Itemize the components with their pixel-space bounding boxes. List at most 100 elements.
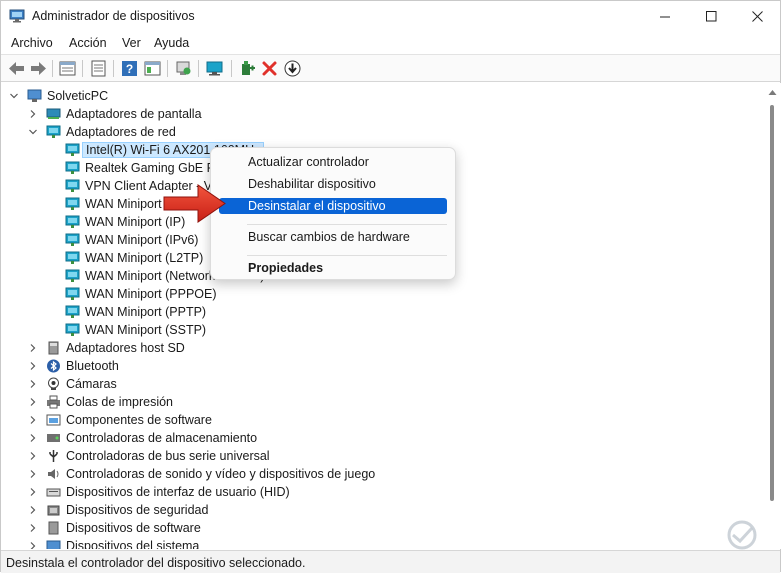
context-menu-buscar-cambios-de-hardware[interactable]: Buscar cambios de hardware <box>219 229 447 245</box>
tree-item-label: Componentes de software <box>66 413 212 427</box>
speaker-icon <box>48 469 59 479</box>
uninstall-icon[interactable] <box>260 59 279 78</box>
tree-item-wan-miniport-pppoe[interactable]: WAN Miniport (PPPOE) <box>1 285 741 303</box>
forward-icon[interactable] <box>29 59 48 78</box>
menu-ayuda[interactable]: Ayuda <box>154 36 189 50</box>
tree-item-wan-miniport-pptp[interactable]: WAN Miniport (PPTP) <box>1 303 741 321</box>
tree-item-label: Adaptadores de pantalla <box>66 107 202 121</box>
context-menu: Actualizar controlador Deshabilitar dispo… <box>210 147 456 280</box>
grid-properties-icon[interactable] <box>143 59 162 78</box>
maximize-icon <box>705 10 716 21</box>
tree-item-dispositivos-de-software[interactable]: Dispositivos de software <box>1 519 741 537</box>
refresh-icon[interactable] <box>174 59 193 78</box>
system-device-icon <box>46 540 61 549</box>
back-icon[interactable] <box>7 59 26 78</box>
toolbar-separator <box>198 60 199 77</box>
chevron-right-icon[interactable] <box>28 451 38 461</box>
tree-item-controladoras-de-almacenamiento[interactable]: Controladoras de almacenamiento <box>1 429 741 447</box>
chevron-right-icon[interactable] <box>28 433 38 443</box>
usb-icon <box>49 450 58 462</box>
toolbar-separator <box>231 60 232 77</box>
tree-item-controladoras-de-bus-serie-universal[interactable]: Controladoras de bus serie universal <box>1 447 741 465</box>
network-adapter-icon <box>65 269 80 282</box>
context-menu-actualizar-controlador[interactable]: Actualizar controlador <box>219 154 447 170</box>
network-adapter-icon <box>65 197 80 210</box>
software-device-icon <box>48 521 59 535</box>
chevron-right-icon[interactable] <box>28 541 38 549</box>
add-driver-icon[interactable] <box>238 59 257 78</box>
menu-accion[interactable]: Acción <box>69 36 107 50</box>
chevron-right-icon[interactable] <box>28 415 38 425</box>
menu-archivo[interactable]: Archivo <box>11 36 53 50</box>
chevron-right-icon[interactable] <box>28 397 38 407</box>
properties-grid-icon[interactable] <box>58 59 77 78</box>
tree-item-dispositivos-de-interfaz-de-usuario-hid[interactable]: Dispositivos de interfaz de usuario (HID… <box>1 483 741 501</box>
storage-controller-icon <box>47 434 60 442</box>
maximize-button[interactable] <box>688 1 734 31</box>
tree-item-dispositivos-de-seguridad[interactable]: Dispositivos de seguridad <box>1 501 741 519</box>
help-icon[interactable]: ? <box>120 59 139 78</box>
tree-item-adaptadores-host-sd[interactable]: Adaptadores host SD <box>1 339 741 357</box>
tree-item-label: WAN Miniport (L2TP) <box>85 251 204 265</box>
status-text: Desinstala el controlador del dispositiv… <box>6 556 306 570</box>
chevron-right-icon[interactable] <box>28 109 38 119</box>
chevron-right-icon[interactable] <box>28 505 38 515</box>
tree-item-label: Colas de impresión <box>66 395 173 409</box>
context-menu-desinstalar-el-dispositivo[interactable]: Desinstalar el dispositivo <box>219 198 447 214</box>
network-adapter-icon <box>65 251 80 264</box>
chevron-right-icon[interactable] <box>28 343 38 353</box>
menu-ver[interactable]: Ver <box>122 36 141 50</box>
bluetooth-icon <box>47 359 60 373</box>
vertical-scrollbar[interactable] <box>764 83 781 549</box>
chevron-right-icon[interactable] <box>28 469 38 479</box>
network-adapter-icon <box>65 215 80 228</box>
software-component-icon <box>46 414 61 426</box>
network-adapter-icon <box>46 125 61 138</box>
chevron-down-icon[interactable] <box>9 91 19 101</box>
toolbar: ? <box>1 54 780 82</box>
network-adapter-icon <box>65 161 80 174</box>
tree-item-bluetooth[interactable]: Bluetooth <box>1 357 741 375</box>
tree-item-wan-miniport-sstp[interactable]: WAN Miniport (SSTP) <box>1 321 741 339</box>
chevron-right-icon[interactable] <box>28 379 38 389</box>
title-bar[interactable]: Administrador de dispositivos <box>1 1 780 33</box>
minimize-button[interactable] <box>642 1 688 31</box>
device-manager-window: Administrador de dispositivos Archivo Ac… <box>0 0 781 573</box>
tree-item-adaptadores-de-red[interactable]: Adaptadores de red <box>1 123 741 141</box>
tree-item-dispositivos-del-sistema[interactable]: Dispositivos del sistema <box>1 537 741 549</box>
svg-text:?: ? <box>126 62 133 76</box>
tree-item-label: Cámaras <box>66 377 117 391</box>
tree-item-label: Controladoras de almacenamiento <box>66 431 258 445</box>
chevron-right-icon[interactable] <box>28 523 38 533</box>
tree-item-label: Dispositivos de seguridad <box>66 503 209 517</box>
tree-item-label: SolveticPC <box>47 89 109 103</box>
tree-item-label: Dispositivos de interfaz de usuario (HID… <box>66 485 290 499</box>
chevron-right-icon[interactable] <box>28 487 38 497</box>
context-menu-propiedades[interactable]: Propiedades <box>219 260 447 276</box>
red-arrow-annotation <box>163 184 226 223</box>
tree-item-adaptadores-de-pantalla[interactable]: Adaptadores de pantalla <box>1 105 741 123</box>
tree-item-label: Bluetooth <box>66 359 119 373</box>
scrollbar-thumb[interactable] <box>770 105 774 501</box>
hid-icon <box>46 488 61 497</box>
tree-item-label: WAN Miniport (PPPOE) <box>85 287 217 301</box>
tree-item-camaras[interactable]: Cámaras <box>1 375 741 393</box>
tree-item-controladoras-de-sonido-y-video-y-dispositivos-de-juego[interactable]: Controladoras de sonido y vídeo y dispos… <box>1 465 741 483</box>
tree-item-colas-de-impresion[interactable]: Colas de impresión <box>1 393 741 411</box>
tree-item-componentes-de-software[interactable]: Componentes de software <box>1 411 741 429</box>
list-icon[interactable] <box>89 59 108 78</box>
network-adapter-icon <box>65 287 80 300</box>
printer-icon <box>47 395 60 409</box>
network-adapter-icon <box>65 179 80 192</box>
tree-item-label: WAN Miniport (SSTP) <box>85 323 207 337</box>
tree-item-solveticpc[interactable]: SolveticPC <box>1 87 741 105</box>
close-button[interactable] <box>734 1 780 31</box>
toolbar-separator <box>113 60 114 77</box>
download-icon[interactable] <box>283 59 302 78</box>
tree-item-label: Controladoras de sonido y vídeo y dispos… <box>66 467 376 481</box>
chevron-down-icon[interactable] <box>28 127 38 137</box>
scroll-up-icon[interactable] <box>768 89 777 96</box>
chevron-right-icon[interactable] <box>28 361 38 371</box>
monitor-icon[interactable] <box>205 59 224 78</box>
context-menu-deshabilitar-dispositivo[interactable]: Deshabilitar dispositivo <box>219 176 447 192</box>
